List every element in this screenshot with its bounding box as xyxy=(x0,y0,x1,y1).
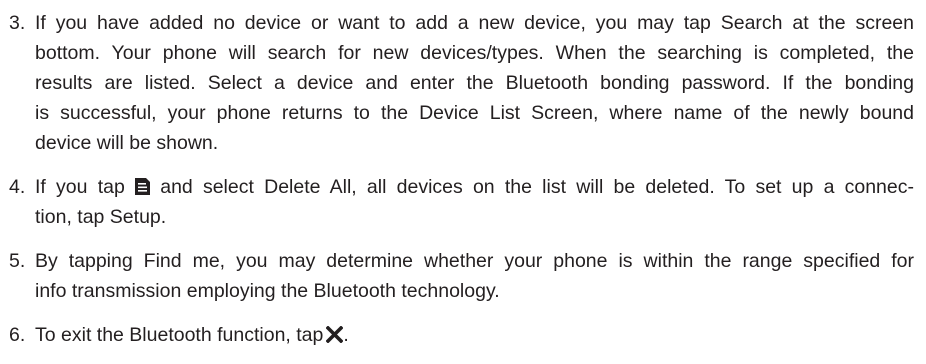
menu-icon xyxy=(135,178,151,195)
text-line: If you tap and select Delete All, all de… xyxy=(35,172,914,202)
step-3: 3. If you have added no device or want t… xyxy=(9,8,914,158)
step-text: To exit the Bluetooth function, tap . xyxy=(35,320,914,350)
text-fragment: . xyxy=(343,324,349,346)
text-line: results are listed. Select a device and … xyxy=(35,72,914,94)
step-6: 6. To exit the Bluetooth function, tap . xyxy=(9,320,914,350)
step-text: If you have added no device or want to a… xyxy=(35,8,914,158)
step-4: 4. If you tap and select Delete All, all… xyxy=(9,172,914,232)
text-line: tion, tap Setup. xyxy=(35,206,167,228)
text-fragment: To exit the Bluetooth function, tap xyxy=(35,324,324,346)
step-text: If you tap and select Delete All, all de… xyxy=(35,172,914,232)
text-fragment: and select Delete All, all devices on th… xyxy=(150,176,914,198)
step-5: 5. By tapping Find me, you may determine… xyxy=(9,246,914,306)
step-text: By tapping Find me, you may determine wh… xyxy=(35,246,914,306)
text-line: bottom. Your phone will search for new d… xyxy=(35,42,914,64)
step-number: 5. xyxy=(9,250,26,272)
step-number: 6. xyxy=(9,324,26,346)
text-line: is successful, your phone returns to the… xyxy=(35,102,914,124)
text-line: To exit the Bluetooth function, tap . xyxy=(35,320,914,350)
close-x-icon xyxy=(326,326,344,343)
text-line: info transmission employing the Bluetoot… xyxy=(35,280,500,302)
text-line: By tapping Find me, you may determine wh… xyxy=(35,250,914,272)
text-line: device will be shown. xyxy=(35,132,219,154)
text-fragment: If you tap xyxy=(35,176,136,198)
step-number: 4. xyxy=(9,176,26,198)
step-number: 3. xyxy=(9,12,26,34)
text-line: If you have added no device or want to a… xyxy=(35,12,914,34)
instruction-list: 3. If you have added no device or want t… xyxy=(9,8,914,364)
